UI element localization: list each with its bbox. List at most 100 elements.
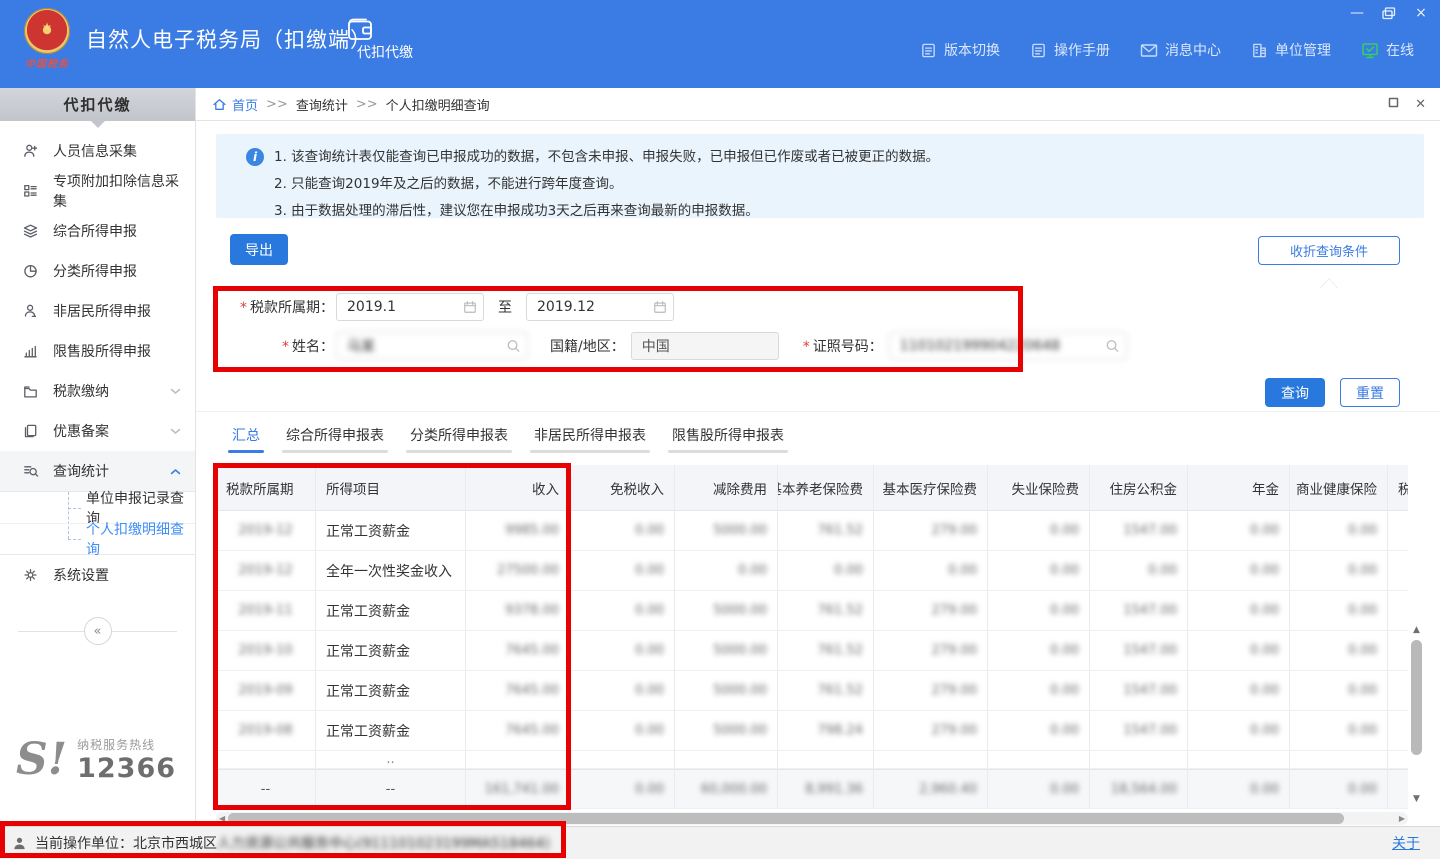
period-label: *税款所属期：	[216, 297, 334, 317]
header-menu-item-2[interactable]: 消息中心	[1140, 40, 1221, 60]
tab-2[interactable]: 分类所得申报表	[410, 425, 508, 453]
table-cell: 0.00	[874, 551, 988, 591]
nationality-label: 国籍/地区：	[550, 336, 625, 356]
header-menu-item-0[interactable]: 版本切换	[920, 40, 1000, 60]
name-label: *姓名：	[216, 336, 334, 356]
table-cell: 1547.00	[1090, 711, 1188, 751]
sidebar-item-label: 限售股所得申报	[53, 341, 151, 361]
tab-1[interactable]: 综合所得申报表	[286, 425, 384, 453]
tab-0[interactable]: 汇总	[232, 425, 260, 453]
table-row-5[interactable]: 2019-08正常工资薪金7645.000.005000.00798.24279…	[216, 711, 1408, 751]
sidebar-item-5[interactable]: 限售股所得申报	[0, 331, 195, 371]
sidebar-item-7[interactable]: 优惠备案	[0, 411, 195, 451]
sidebar-collapse-button[interactable]: «	[84, 617, 112, 645]
sidebar-item-3[interactable]: 分类所得申报	[0, 251, 195, 291]
required-mark: *	[282, 339, 289, 355]
table-row-0[interactable]: 2019-12正常工资薪金9985.000.005000.00761.52279…	[216, 511, 1408, 551]
scroll-right-icon[interactable]: ▶	[1399, 813, 1405, 824]
home-icon	[212, 97, 227, 111]
period-to-input[interactable]	[526, 293, 674, 321]
table-cell: 0.00	[570, 769, 675, 809]
table-cell: 正常工资薪金	[316, 671, 466, 711]
vertical-scrollbar[interactable]: ▲ ▼	[1409, 465, 1424, 809]
sidebar-item-1[interactable]: 专项附加扣除信息采集	[0, 171, 195, 211]
table-cell	[1388, 769, 1408, 809]
filter-actions: 查询 重置	[1265, 378, 1400, 407]
close-button[interactable]: ×	[1412, 5, 1430, 21]
id-number-label: *证照号码：	[803, 336, 883, 356]
header-menu-item-1[interactable]: 操作手册	[1030, 40, 1110, 60]
table-cell	[1388, 591, 1408, 631]
module-tab-withholding[interactable]: 代扣代缴	[345, 16, 425, 62]
table-cell: --	[316, 769, 466, 809]
sidebar-item-0[interactable]: 人员信息采集	[0, 131, 195, 171]
window-controls: — ×	[1348, 2, 1430, 24]
vertical-scroll-thumb[interactable]	[1411, 640, 1422, 755]
header-menu-item-4[interactable]: 在线	[1361, 40, 1414, 60]
scroll-down-icon[interactable]: ▼	[1409, 791, 1424, 806]
scroll-left-icon[interactable]: ◀	[219, 813, 225, 824]
table-row-2[interactable]: 2019-11正常工资薪金9378.000.005000.00761.52279…	[216, 591, 1408, 631]
panel-close-icon[interactable]: ✕	[1415, 97, 1426, 112]
gear-icon	[22, 567, 39, 583]
panel-maximize-icon[interactable]	[1388, 97, 1399, 112]
horizontal-scroll-thumb[interactable]	[228, 813, 1344, 824]
breadcrumb-home[interactable]: 首页	[212, 95, 258, 114]
header-menu-item-3[interactable]: 单位管理	[1251, 40, 1331, 60]
table-row-4[interactable]: 2019-09正常工资薪金7645.000.005000.00761.52279…	[216, 671, 1408, 711]
breadcrumb-separator: >>	[266, 97, 288, 112]
table-cell: 761.52	[778, 511, 874, 551]
app-window: — × 中国税务 自然人电子税务局（扣缴端） 代扣代缴 版本切换操作手册消息中心…	[0, 0, 1440, 859]
sidebar-subitem-8-1[interactable]: 个人扣缴明细查询	[0, 523, 195, 554]
table-row-3[interactable]: 2019-10正常工资薪金7645.000.005000.00761.52279…	[216, 631, 1408, 671]
hotline-logo: S! 纳税服务热线 12366	[16, 736, 176, 784]
breadcrumb-item-0[interactable]: 查询统计	[296, 95, 348, 114]
reset-button[interactable]: 重置	[1340, 378, 1400, 407]
table-cell: 0.00	[778, 551, 874, 591]
tab-underline	[282, 450, 388, 453]
notice-line-2: 3. 由于数据处理的滞后性，建议您在申报成功3天之后再来查询最新的申报数据。	[274, 198, 1412, 225]
search-list-icon	[22, 463, 39, 479]
table-cell: 0.00	[570, 511, 675, 551]
sidebar-item-2[interactable]: 综合所得申报	[0, 211, 195, 251]
sidebar-item-8[interactable]: 查询统计	[0, 451, 195, 491]
id-number-input[interactable]	[889, 332, 1127, 360]
table-row-1[interactable]: 2019-12全年一次性奖金收入27500.000.000.000.000.00…	[216, 551, 1408, 591]
table-cell	[1388, 671, 1408, 711]
sidebar-item-4[interactable]: 非居民所得申报	[0, 291, 195, 331]
table-cell: 0.00	[1188, 511, 1290, 551]
calendar-icon[interactable]	[463, 300, 477, 314]
table-cell: 27500.00	[466, 551, 570, 591]
search-icon[interactable]	[1105, 339, 1120, 354]
table-cell: 0.00	[570, 631, 675, 671]
table-cell: 1547.00	[1090, 671, 1188, 711]
period-from-input[interactable]	[336, 293, 484, 321]
search-icon[interactable]	[506, 339, 521, 354]
tab-underline	[668, 450, 788, 453]
calendar-icon[interactable]	[653, 300, 667, 314]
document-icon	[1030, 42, 1047, 59]
minimize-button[interactable]: —	[1348, 5, 1366, 21]
about-link[interactable]: 关于	[1392, 833, 1420, 853]
sidebar-item-label: 税款缴纳	[53, 381, 109, 401]
tab-4[interactable]: 限售股所得申报表	[672, 425, 784, 453]
tab-label: 非居民所得申报表	[534, 428, 646, 444]
building-icon	[1251, 42, 1268, 59]
top-header: — × 中国税务 自然人电子税务局（扣缴端） 代扣代缴 版本切换操作手册消息中心…	[0, 0, 1440, 88]
table-cell: 2019-11	[216, 591, 316, 631]
table-cell: 0.00	[1290, 631, 1388, 671]
column-header-9: 年金	[1188, 465, 1290, 511]
horizontal-scrollbar[interactable]: ◀ ▶	[216, 812, 1408, 825]
sidebar-item-9[interactable]: 系统设置	[0, 555, 195, 595]
mail-icon	[1140, 43, 1158, 58]
export-button[interactable]: 导出	[230, 234, 288, 265]
collapse-filters-button[interactable]: 收折查询条件	[1258, 236, 1400, 265]
name-input[interactable]	[336, 332, 528, 360]
main-content: i 1. 该查询统计表仅能查询已申报成功的数据，不包含未申报、申报失败，已申报但…	[196, 121, 1440, 826]
tab-3[interactable]: 非居民所得申报表	[534, 425, 646, 453]
restore-button[interactable]	[1380, 5, 1398, 21]
query-button[interactable]: 查询	[1265, 378, 1325, 407]
scroll-up-icon[interactable]: ▲	[1409, 622, 1424, 637]
sidebar-item-6[interactable]: 税款缴纳	[0, 371, 195, 411]
hotline-mark-icon: S!	[16, 738, 67, 782]
